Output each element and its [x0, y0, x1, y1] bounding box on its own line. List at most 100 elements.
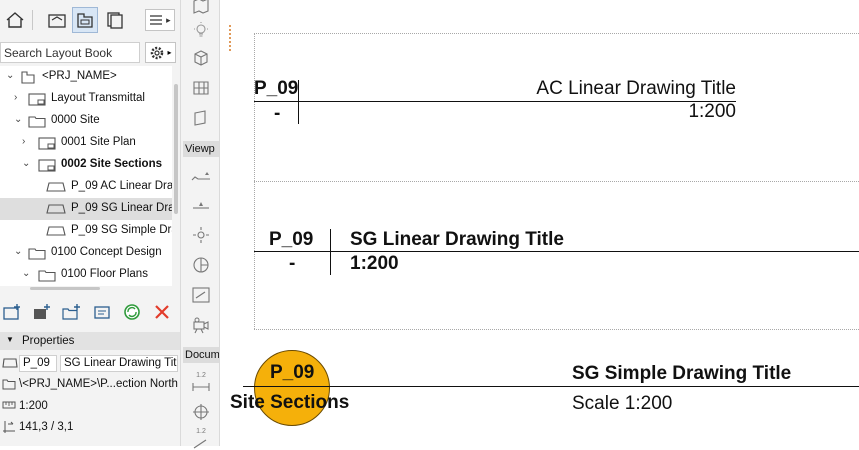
settings-dialog-button[interactable] [93, 303, 111, 326]
tree-item-label: P_09 AC Linear Drawing Title [71, 180, 172, 192]
drawing-icon [46, 202, 66, 219]
tree-item-label: 0100 Floor Plans [61, 268, 148, 280]
scrollbar-thumb[interactable] [174, 84, 178, 214]
tool-object[interactable] [189, 46, 213, 70]
tree-item-label: P_09 SG Simple Drawing Title [71, 224, 172, 236]
view-map-button[interactable] [44, 7, 70, 33]
tool-dimension[interactable]: 1.2 [189, 370, 213, 394]
drawing-icon [46, 180, 66, 197]
drawing-id: P_09 [254, 78, 299, 99]
chevron-right-icon[interactable]: › [22, 137, 32, 147]
new-subset-button[interactable] [62, 303, 82, 326]
tree-item-label: 0100 Concept Design [51, 246, 162, 258]
menu-icon [150, 15, 163, 25]
tree-item-0002-site-sections[interactable]: ⌄ 0002 Site Sections [0, 154, 172, 176]
drawing-name: SG Linear Drawing Title [350, 229, 564, 250]
tree-scrollbar[interactable] [172, 66, 180, 286]
properties-size-row: 141,3 / 3,1 [0, 417, 180, 437]
radial-dimension-icon [193, 439, 207, 449]
tree-item-0100-concept-design[interactable]: ⌄ 0100 Concept Design [0, 242, 172, 264]
update-button[interactable] [123, 303, 141, 326]
tool-curtain-wall[interactable] [189, 76, 213, 100]
lamp-icon [194, 22, 208, 37]
tree-item-drawing-ac-linear[interactable]: P_09 AC Linear Drawing Title [0, 176, 172, 198]
drawing-name: AC Linear Drawing Title [536, 78, 736, 99]
drawing-boundary [254, 33, 859, 34]
id-field[interactable]: P_09 [19, 355, 57, 372]
title-rule [254, 251, 859, 252]
crosshair-icon [193, 404, 209, 420]
tool-detail[interactable] [189, 283, 213, 307]
tool-shell[interactable] [189, 106, 213, 130]
map-icon [193, 0, 209, 14]
drawing-icon [46, 224, 66, 241]
layout-book-icon [77, 13, 93, 28]
navigator-panel: ▸ Search Layout Book ▸ ⌄ <PRJ_NAME> › La… [0, 0, 180, 446]
settings-button[interactable]: ▸ [145, 42, 176, 63]
new-master-button[interactable] [32, 303, 52, 326]
new-layout-button[interactable] [2, 303, 22, 326]
tool-section[interactable] [189, 164, 213, 188]
cube-icon [194, 50, 208, 66]
publisher-sets-button[interactable] [102, 7, 128, 33]
layout-icon [38, 158, 56, 175]
tool-elevation[interactable] [189, 193, 213, 217]
drawing-name: SG Simple Drawing Title [572, 363, 792, 384]
tool-interior-elevation[interactable] [189, 223, 213, 247]
chevron-down-icon[interactable]: ⌄ [14, 115, 24, 125]
viewpoint-group-label[interactable]: Viewp [183, 141, 219, 157]
search-input[interactable]: Search Layout Book [0, 42, 140, 63]
tool-level-dimension[interactable] [189, 400, 213, 424]
dimension-icon [192, 383, 210, 391]
delete-button[interactable] [153, 303, 171, 326]
tree-item-label: 0000 Site [51, 114, 100, 126]
tool-worksheet[interactable] [189, 253, 213, 277]
camera-icon [193, 317, 209, 334]
title-divider [298, 80, 299, 124]
tree-item-drawing-sg-simple[interactable]: P_09 SG Simple Drawing Title [0, 220, 172, 242]
name-field[interactable]: SG Linear Drawing Title [60, 355, 178, 372]
panel-resize-grip[interactable] [229, 25, 233, 51]
chevron-down-icon[interactable]: ⌄ [14, 247, 24, 257]
tool-map[interactable] [189, 0, 213, 18]
properties-scale-row: 1:200 [0, 396, 180, 416]
document-group-label[interactable]: Docum [183, 347, 219, 363]
tree-horizontal-scrollbar[interactable] [30, 287, 100, 290]
tree-item-0100-floor-plans[interactable]: ⌄ 0100 Floor Plans [0, 264, 172, 286]
new-master-icon [34, 304, 50, 319]
project-map-button[interactable] [2, 7, 28, 33]
drawing-scale: 1:200 [350, 253, 399, 274]
tree-item-layout-transmittal[interactable]: › Layout Transmittal [0, 88, 172, 110]
drawing-icon [2, 357, 18, 372]
tool-radial-dimension[interactable]: 1.2 [189, 426, 213, 450]
drawing-boundary [254, 181, 859, 182]
layout-book-tree: ⌄ <PRJ_NAME> › Layout Transmittal ⌄ 0000… [0, 66, 172, 286]
drawing-id: P_09 [270, 362, 315, 383]
tree-item-label: 0002 Site Sections [61, 158, 162, 170]
collapse-triangle-icon[interactable]: ▼ [6, 335, 14, 344]
layout-book-button[interactable] [72, 7, 98, 33]
tool-camera[interactable] [189, 313, 213, 337]
chevron-down-icon[interactable]: ⌄ [22, 159, 32, 169]
tree-item-0001-site-plan[interactable]: › 0001 Site Plan [0, 132, 172, 154]
tree-item-project[interactable]: ⌄ <PRJ_NAME> [0, 66, 172, 88]
navigator-menu-button[interactable]: ▸ [145, 9, 175, 31]
toolbox: Viewp Docum 1.2 1.2 [180, 0, 220, 449]
view-map-icon [48, 14, 66, 28]
tree-item-drawing-sg-linear[interactable]: P_09 SG Linear Drawing Title [0, 198, 172, 220]
layout-book-icon [20, 70, 36, 87]
detail-icon [192, 287, 210, 303]
layout-icon [28, 92, 46, 109]
chevron-right-icon[interactable]: › [14, 93, 24, 103]
tool-lamp[interactable] [189, 18, 213, 42]
layout-icon [38, 136, 56, 153]
tree-item-label: <PRJ_NAME> [42, 70, 117, 82]
elevation-icon [193, 202, 209, 209]
size-icon [2, 420, 16, 437]
chevron-right-icon: ▸ [166, 14, 171, 25]
properties-header[interactable]: ▼ Properties [0, 332, 180, 350]
tree-item-0000-site[interactable]: ⌄ 0000 Site [0, 110, 172, 132]
drawing-subtitle: Site Sections [230, 392, 350, 413]
chevron-down-icon[interactable]: ⌄ [22, 269, 32, 279]
chevron-down-icon[interactable]: ⌄ [6, 71, 16, 81]
